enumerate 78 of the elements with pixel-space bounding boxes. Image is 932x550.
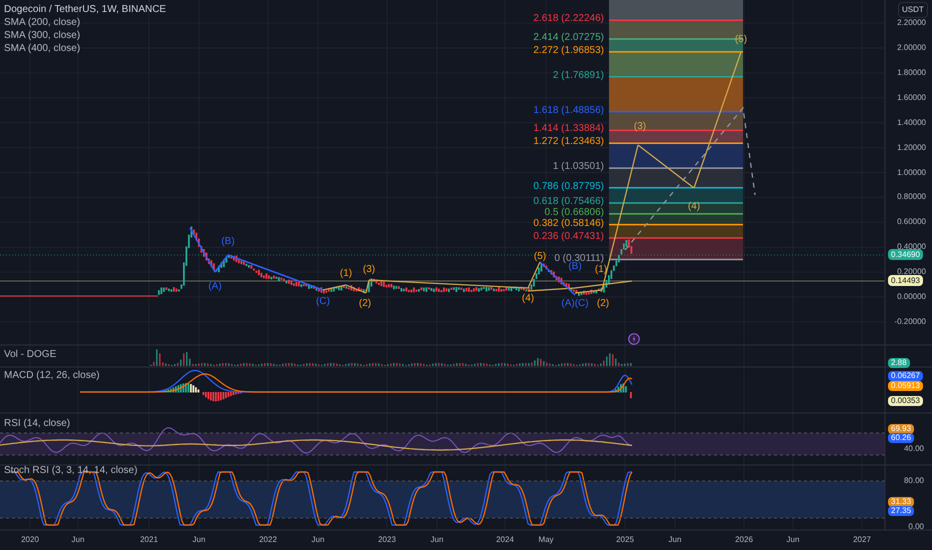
fib-level-label: 0.618 (0.75466) — [533, 196, 604, 208]
time-tick: 2023 — [378, 535, 396, 545]
indicator-value-badge: 0.05913 — [888, 381, 923, 391]
wave-label: (1) — [340, 268, 352, 280]
fib-level-label: 1.414 (1.33884) — [533, 123, 604, 136]
indicator-value-badge: 2.88 — [888, 358, 910, 368]
price-tick: 0.20000 — [897, 267, 926, 277]
fib-level-label: 2.272 (1.96853) — [533, 44, 604, 57]
time-tick: Jun — [786, 535, 800, 545]
wave-label: (2) — [358, 298, 372, 310]
wave-label: (3) — [634, 121, 646, 133]
wave-label: (4) — [522, 293, 534, 305]
price-tick: 0.00000 — [897, 292, 926, 302]
time-tick: 2027 — [853, 535, 871, 545]
wave-label: (A)(C) — [561, 298, 589, 310]
price-tick: -0.20000 — [894, 316, 926, 327]
fib-level-label: 0.5 (0.66806) — [544, 206, 604, 218]
indicator-label: SMA (400, close) — [4, 43, 82, 55]
indicator-tick: 80.00 — [904, 476, 924, 486]
time-tick: 2024 — [496, 535, 514, 545]
indicator-tick: 0.00 — [908, 522, 924, 532]
wave-label: (3) — [362, 264, 376, 276]
time-tick: 2021 — [140, 535, 158, 545]
indicator-value-badge: 69.93 — [888, 424, 914, 434]
indicator-value-badge: 0.00353 — [888, 396, 923, 406]
fib-level-label: 1.618 (1.48856) — [533, 104, 604, 117]
price-tick: 1.80000 — [897, 68, 926, 78]
price-badge: 0.14493 — [888, 275, 923, 286]
indicator-title: RSI (14, close) — [4, 418, 70, 430]
wave-label: (5) — [534, 251, 546, 263]
fib-level-label: 0 (0.30111) — [554, 252, 604, 264]
fib-level-label: 0.786 (0.87795) — [533, 180, 604, 193]
price-tick: 0.80000 — [897, 192, 926, 202]
time-tick: Jun — [192, 535, 206, 545]
indicator-title: MACD (12, 26, close) — [4, 370, 100, 382]
fib-level-label: 2 (1.76891) — [552, 70, 604, 82]
fib-level-label: 1 (1.03501) — [552, 161, 604, 174]
wave-label: (B) — [568, 261, 582, 273]
wave-label: (A) — [208, 281, 222, 293]
price-tick: 2.00000 — [897, 43, 926, 53]
fib-level-label: 0.382 (0.58146) — [533, 218, 604, 230]
wave-label: (B) — [221, 236, 235, 248]
indicator-value-badge: 60.26 — [888, 433, 914, 443]
fib-level-label: 1.272 (1.23463) — [533, 136, 604, 148]
indicator-value-badge: 0.06267 — [888, 371, 923, 381]
time-tick: Jun — [668, 535, 682, 545]
wave-label: (C) — [316, 296, 330, 308]
indicator-value-badge: 27.35 — [888, 506, 914, 516]
time-tick: Jun — [72, 535, 84, 545]
indicator-value-badge: 31.33 — [888, 497, 914, 507]
price-tick: 1.00000 — [897, 168, 926, 178]
price-tick: 1.60000 — [897, 92, 926, 103]
indicator-tick: 40.00 — [904, 444, 924, 454]
time-tick: 2026 — [735, 535, 753, 545]
price-tick: 1.20000 — [897, 142, 926, 153]
price-tick: 2.20000 — [897, 18, 926, 28]
time-tick: 2025 — [616, 535, 634, 545]
indicator-title: Vol - DOGE — [4, 349, 56, 361]
time-tick: May — [538, 535, 554, 545]
currency-label[interactable]: USDT — [898, 2, 928, 18]
wave-label: (5) — [734, 34, 748, 46]
fib-level-label: 2.414 (2.07275) — [533, 32, 604, 44]
time-tick: 2022 — [259, 535, 277, 545]
time-tick: 2020 — [21, 535, 39, 545]
symbol-title: Dogecoin / TetherUS, 1W, BINANCE — [4, 4, 166, 16]
price-badge: 0.34690 — [888, 249, 923, 260]
price-tick: 1.40000 — [897, 118, 926, 128]
price-tick: 0.60000 — [897, 217, 926, 228]
time-tick: Jun — [312, 535, 324, 545]
fib-level-label: 2.618 (2.22246) — [533, 13, 604, 26]
wave-label: (2) — [596, 298, 610, 310]
wave-label: (1) — [594, 264, 608, 276]
price-tick: 0.40000 — [897, 242, 926, 252]
fib-level-label: 0.236 (0.47431) — [533, 230, 604, 243]
wave-label: (4) — [688, 201, 700, 213]
indicator-label: SMA (300, close) — [4, 30, 82, 42]
indicator-label: SMA (200, close) — [4, 17, 82, 29]
time-tick: Jun — [430, 535, 444, 545]
